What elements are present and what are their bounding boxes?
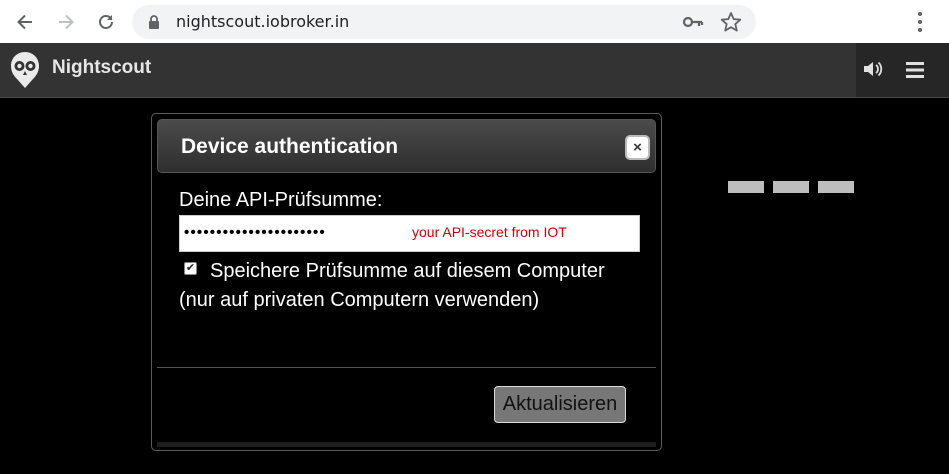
nightscout-owl-logo-icon <box>11 52 39 88</box>
api-secret-value: •••••••••••••••••••••• <box>184 224 326 241</box>
reload-icon[interactable] <box>92 8 120 36</box>
forward-arrow-icon[interactable] <box>52 8 80 36</box>
api-secret-input[interactable]: •••••••••••••••••••••• your API-secret f… <box>179 215 640 252</box>
close-icon: × <box>633 139 642 156</box>
dialog-divider <box>157 367 656 368</box>
back-arrow-icon[interactable] <box>11 8 39 36</box>
hamburger-menu-icon[interactable] <box>904 60 926 80</box>
api-secret-annotation: your API-secret from IOT <box>412 224 567 240</box>
speaker-icon[interactable] <box>862 58 884 80</box>
close-button[interactable]: × <box>625 135 650 160</box>
placeholder-bar <box>818 181 854 193</box>
header-divider <box>0 97 949 98</box>
update-button[interactable]: Aktualisieren <box>494 386 626 423</box>
browser-toolbar: nightscout.iobroker.in <box>0 0 949 43</box>
url-text[interactable]: nightscout.iobroker.in <box>176 12 349 31</box>
placeholder-bar <box>773 181 809 193</box>
dialog-titlebar: Device authentication × <box>157 119 656 173</box>
address-bar[interactable]: nightscout.iobroker.in <box>132 5 756 39</box>
checkmark-icon: ✔ <box>185 262 196 274</box>
device-authentication-dialog: Device authentication × Deine API-Prüfsu… <box>151 113 662 451</box>
dialog-footer-shade <box>157 442 656 447</box>
key-icon[interactable] <box>682 12 704 32</box>
remember-secret-label: Speichere Prüfsumme auf diesem Computer … <box>179 260 605 311</box>
placeholder-bar <box>728 181 764 193</box>
lock-icon[interactable] <box>146 14 162 30</box>
remember-secret-checkbox[interactable]: ✔ <box>184 262 197 275</box>
browser-menu-icon[interactable] <box>906 9 934 35</box>
api-secret-label: Deine API-Prüfsumme: <box>179 189 383 211</box>
app-header: Nightscout <box>0 43 949 98</box>
dialog-title: Device authentication <box>181 135 399 158</box>
bookmark-star-icon[interactable] <box>720 11 742 33</box>
app-title: Nightscout <box>52 57 152 78</box>
